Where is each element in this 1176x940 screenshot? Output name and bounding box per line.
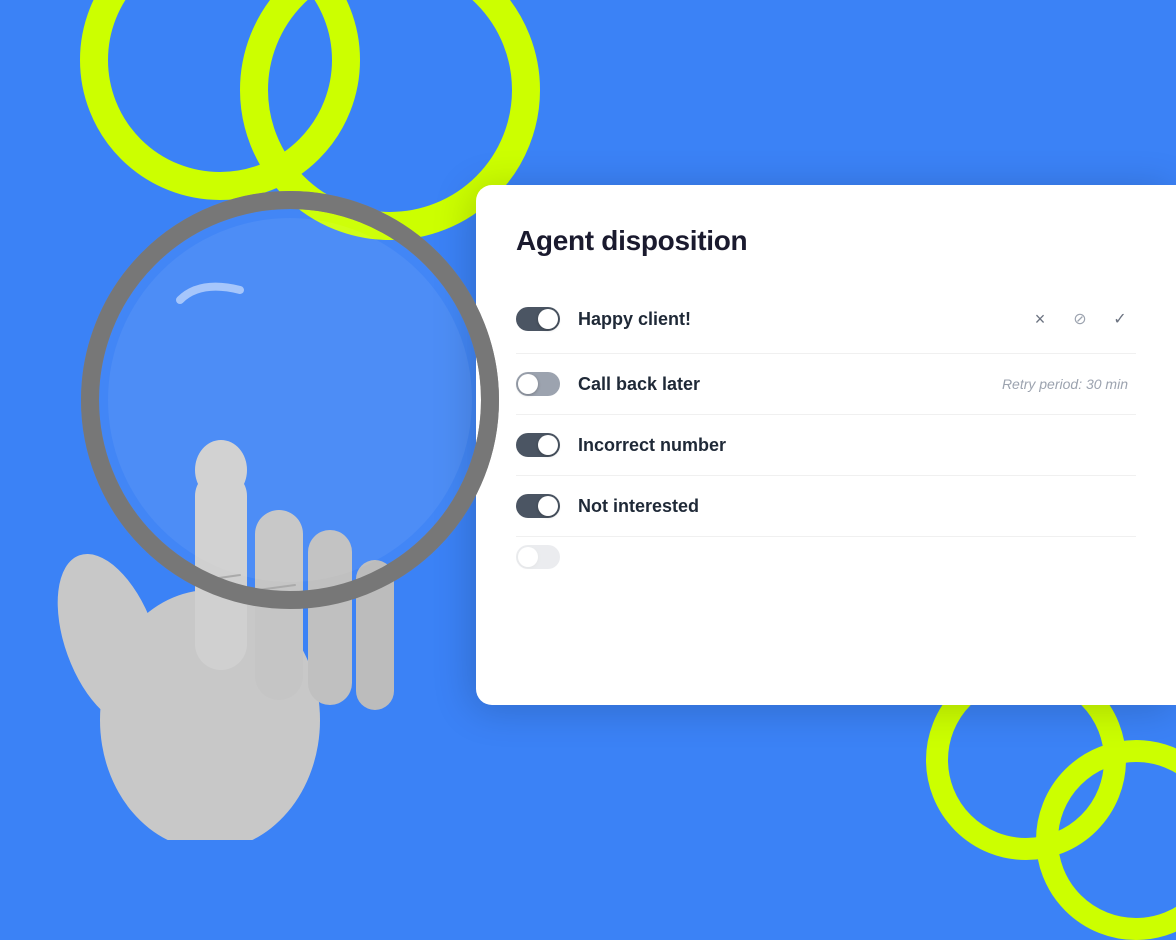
confirm-button-happy-client[interactable]: ✓ (1104, 303, 1136, 335)
toggle-partial (516, 545, 560, 569)
partial-row-hint (516, 537, 1136, 567)
label-not-interested: Not interested (578, 496, 1136, 517)
disposition-row-happy-client: × ⊘ ✓ (516, 285, 1136, 354)
row-actions-happy-client: × ⊘ ✓ (1024, 303, 1136, 335)
toggle-call-back-later[interactable] (516, 372, 560, 396)
close-button-happy-client[interactable]: × (1024, 303, 1056, 335)
disposition-list: × ⊘ ✓ Call back later Retry period: 30 m… (516, 285, 1136, 567)
disposition-row-not-interested: Not interested (516, 476, 1136, 537)
retry-period-call-back-later: Retry period: 30 min (1002, 376, 1136, 392)
corner-arc-decoration (1036, 740, 1176, 940)
label-call-back-later: Call back later (578, 374, 1002, 395)
disposition-row-call-back-later: Call back later Retry period: 30 min (516, 354, 1136, 415)
disposition-row-incorrect-number: Incorrect number (516, 415, 1136, 476)
label-incorrect-number: Incorrect number (578, 435, 1136, 456)
card-title: Agent disposition (516, 225, 1136, 257)
decorative-ring-1 (80, 0, 360, 200)
toggle-not-interested[interactable] (516, 494, 560, 518)
ban-button-happy-client[interactable]: ⊘ (1064, 303, 1096, 335)
agent-disposition-card: Agent disposition × ⊘ ✓ Call back later … (476, 185, 1176, 705)
toggle-happy-client[interactable] (516, 307, 560, 331)
disposition-input-happy-client[interactable] (578, 309, 1024, 330)
toggle-incorrect-number[interactable] (516, 433, 560, 457)
